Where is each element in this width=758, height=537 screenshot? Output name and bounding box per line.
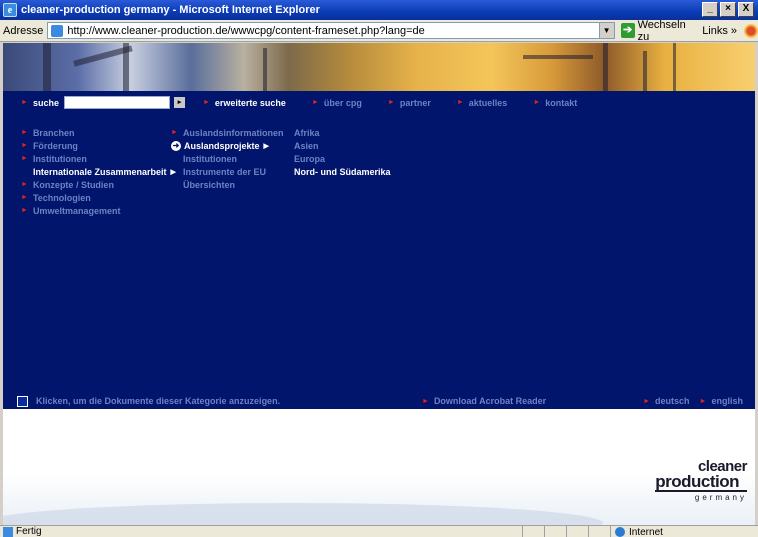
main-content: ► suche ▸ ► erweiterte suche ► über cpg … [3, 91, 755, 393]
nav-partner[interactable]: ► partner [388, 98, 431, 108]
go-label: Wechseln zu [637, 18, 686, 43]
bullet-icon: ► [311, 99, 319, 106]
maximize-button[interactable]: × [720, 2, 736, 17]
lang-english-link[interactable]: ► english [700, 396, 743, 406]
header-banner-image [3, 43, 755, 91]
bullet-icon: ► [21, 129, 28, 136]
menu-item-europa[interactable]: Europa [294, 152, 391, 165]
page-icon [51, 24, 64, 37]
search-submit-button[interactable]: ▸ [173, 97, 185, 108]
bullet-icon: ► [387, 99, 395, 106]
menu-item-konzepte-studien[interactable]: ► Konzepte / Studien [21, 178, 176, 191]
menu-item-institutionen-2[interactable]: Institutionen [171, 152, 283, 165]
address-bar: Adresse http://www.cleaner-production.de… [0, 18, 758, 43]
nav-aktuelles[interactable]: ► aktuelles [457, 98, 507, 108]
close-button[interactable]: X [738, 2, 754, 17]
links-more-icon: » [730, 24, 737, 37]
nav-erweiterte-suche[interactable]: ► erweiterte suche [203, 98, 286, 108]
bullet-icon: ► [643, 397, 651, 405]
window-title-bar[interactable]: e cleaner-production germany - Microsoft… [0, 0, 758, 20]
menu-item-instrumente-eu[interactable]: Instrumente der EU [171, 165, 283, 178]
cleaner-production-logo[interactable]: cleaner production germany [637, 459, 748, 504]
menu-item-foerderung[interactable]: ► Förderung [21, 139, 176, 152]
address-url: http://www.cleaner-production.de/wwwcpg/… [67, 24, 425, 37]
download-acrobat-link[interactable]: ► Download Acrobat Reader [422, 396, 546, 406]
lang-deutsch-link[interactable]: ► deutsch [643, 396, 689, 406]
bullet-icon: ► [202, 99, 210, 106]
search-label: suche [32, 97, 59, 108]
menu-item-asien[interactable]: Asien [294, 139, 391, 152]
category-hint-text: Klicken, um die Dokumente dieser Kategor… [36, 396, 281, 406]
menu-item-uebersichten[interactable]: Übersichten [171, 178, 283, 191]
footer-area: cleaner production germany [3, 409, 755, 525]
address-label: Adresse [3, 24, 44, 37]
menu-item-technologien[interactable]: ► Technologien [21, 191, 176, 204]
info-bar: Klicken, um die Dokumente dieser Kategor… [3, 393, 755, 409]
nav-kontakt[interactable]: ► kontakt [533, 98, 577, 108]
go-button[interactable]: ➔ Wechseln zu [620, 18, 697, 43]
menu-item-auslandsprojekte[interactable]: ➜ Auslandsprojekte ▶ [171, 139, 283, 152]
submenu-arrow-icon: ▶ [263, 142, 269, 150]
menu-item-internationale-zusammenarbeit[interactable]: ►Internationale Zusammenarbeit▶ [21, 165, 176, 178]
menu-item-afrika[interactable]: Afrika [294, 126, 391, 139]
status-panes [522, 526, 610, 537]
menu-item-institutionen[interactable]: ► Institutionen [21, 152, 176, 165]
document-icon [17, 395, 28, 407]
menu-column-subcategories: ► Auslandsinformationen ➜ Auslandsprojekte… [171, 126, 283, 191]
bullet-icon: ► [21, 155, 28, 162]
bullet-icon: ► [21, 194, 28, 201]
bullet-icon: ► [533, 99, 541, 106]
bullet-icon: ► [422, 397, 429, 405]
status-text: Fertig [16, 526, 42, 537]
bullet-icon: ► [21, 99, 28, 106]
address-input[interactable]: http://www.cleaner-production.de/wwwcpg/… [47, 22, 615, 39]
security-zone[interactable]: Internet [610, 526, 663, 537]
bullet-icon: ► [171, 129, 178, 136]
nav-ueber-cpg[interactable]: ► über cpg [312, 98, 362, 108]
links-button[interactable]: Links » [702, 23, 758, 38]
window-title: cleaner-production germany - Microsoft I… [21, 4, 320, 16]
circle-arrow-icon: ➜ [171, 140, 181, 151]
menu-column-categories: ►Branchen ►Förderung ►Institutionen ►Int… [21, 126, 176, 217]
address-dropdown-icon[interactable]: ▼ [598, 23, 614, 38]
menu-item-branchen[interactable]: ► Branchen [21, 126, 176, 139]
menu-column-regions: Afrika Asien Europa Nord- und Südamerika [294, 126, 391, 178]
minimize-button[interactable]: _ [702, 2, 718, 17]
top-navigation: ► suche ▸ ► erweiterte suche ► über cpg … [21, 96, 603, 109]
zone-label: Internet [629, 526, 663, 537]
search-input[interactable] [63, 96, 170, 109]
toolbar-extension-icon[interactable] [744, 23, 758, 38]
bullet-icon: ► [21, 181, 28, 188]
decorative-swoosh [3, 503, 603, 525]
window-controls: _ × X [702, 2, 754, 17]
bullet-icon: ► [21, 142, 28, 149]
links-label: Links [702, 24, 728, 37]
status-bar: Fertig Internet [0, 525, 758, 537]
menu-item-nord-suedamerika[interactable]: Nord- und Südamerika [294, 165, 391, 178]
bullet-icon: ► [699, 397, 707, 405]
bullet-icon: ► [21, 207, 28, 214]
menu-item-umweltmanagement[interactable]: ► Umweltmanagement [21, 204, 176, 217]
menu-item-auslandsinformationen[interactable]: ► Auslandsinformationen [171, 126, 283, 139]
bullet-icon: ► [456, 99, 464, 106]
go-arrow-icon: ➔ [620, 23, 635, 38]
page-status-icon [3, 526, 13, 537]
internet-explorer-icon: e [3, 3, 17, 17]
globe-icon [615, 527, 625, 537]
language-switcher: ► deutsch ► english [633, 396, 743, 406]
